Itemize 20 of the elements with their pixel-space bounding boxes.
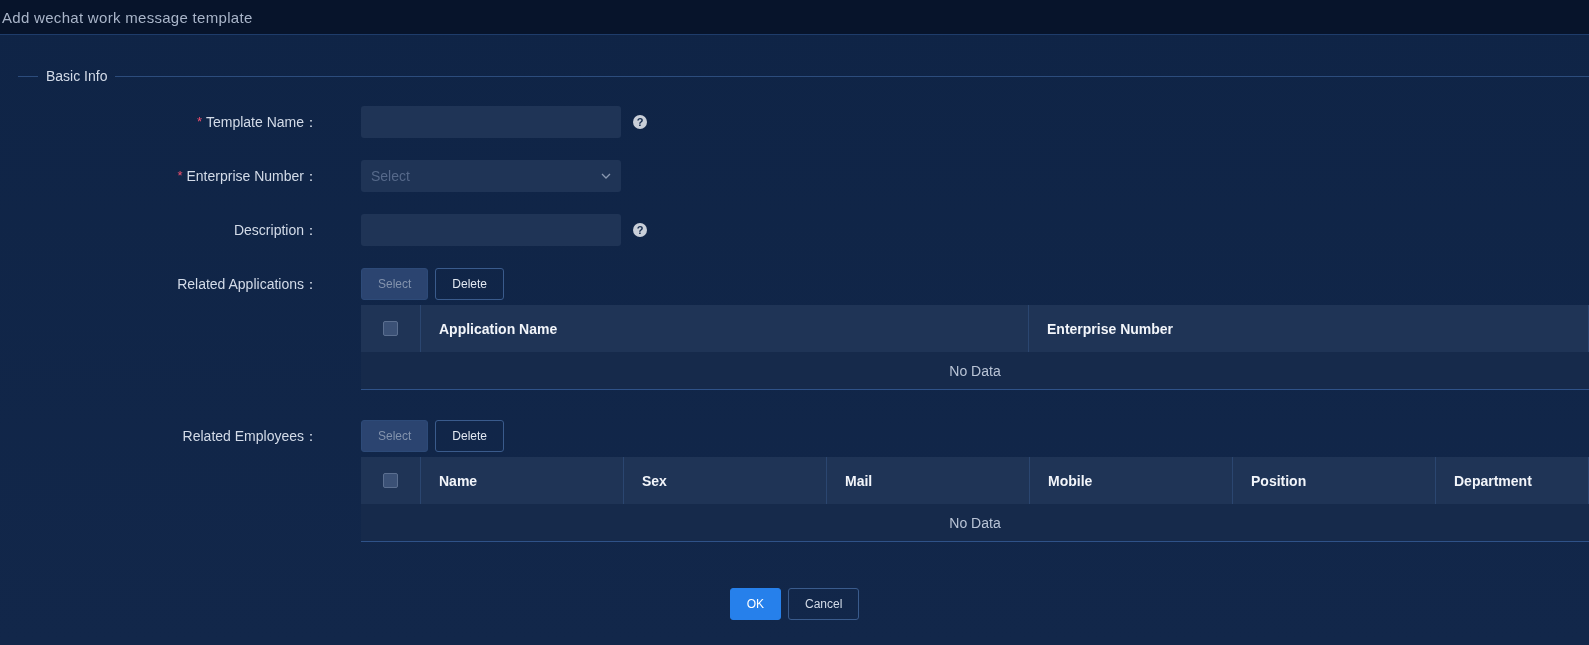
required-mark: *: [177, 168, 183, 185]
help-icon[interactable]: ?: [633, 223, 647, 237]
toolbar-button[interactable]: Delete: [435, 420, 505, 452]
section-title: Basic Info: [46, 68, 108, 84]
checkbox[interactable]: [383, 321, 398, 336]
help-icon[interactable]: ?: [633, 115, 647, 129]
field-label: Template Name：: [205, 114, 318, 132]
empty-text: No Data: [949, 514, 1001, 531]
checkbox[interactable]: [383, 473, 398, 488]
dialog-button[interactable]: Cancel: [788, 588, 860, 620]
field-label: Description：: [233, 222, 318, 240]
required-mark: *: [196, 114, 202, 131]
field-label: Related Applications：: [177, 276, 318, 294]
empty-text: No Data: [949, 362, 1001, 379]
dialog-button[interactable]: OK: [729, 588, 781, 620]
chevron-down-icon: [601, 173, 611, 179]
field-label: Related Employees：: [182, 428, 318, 446]
toolbar-button[interactable]: Delete: [435, 268, 505, 300]
window-title: Add wechat work message template: [2, 8, 253, 26]
field-label: Enterprise Number：: [186, 168, 318, 186]
